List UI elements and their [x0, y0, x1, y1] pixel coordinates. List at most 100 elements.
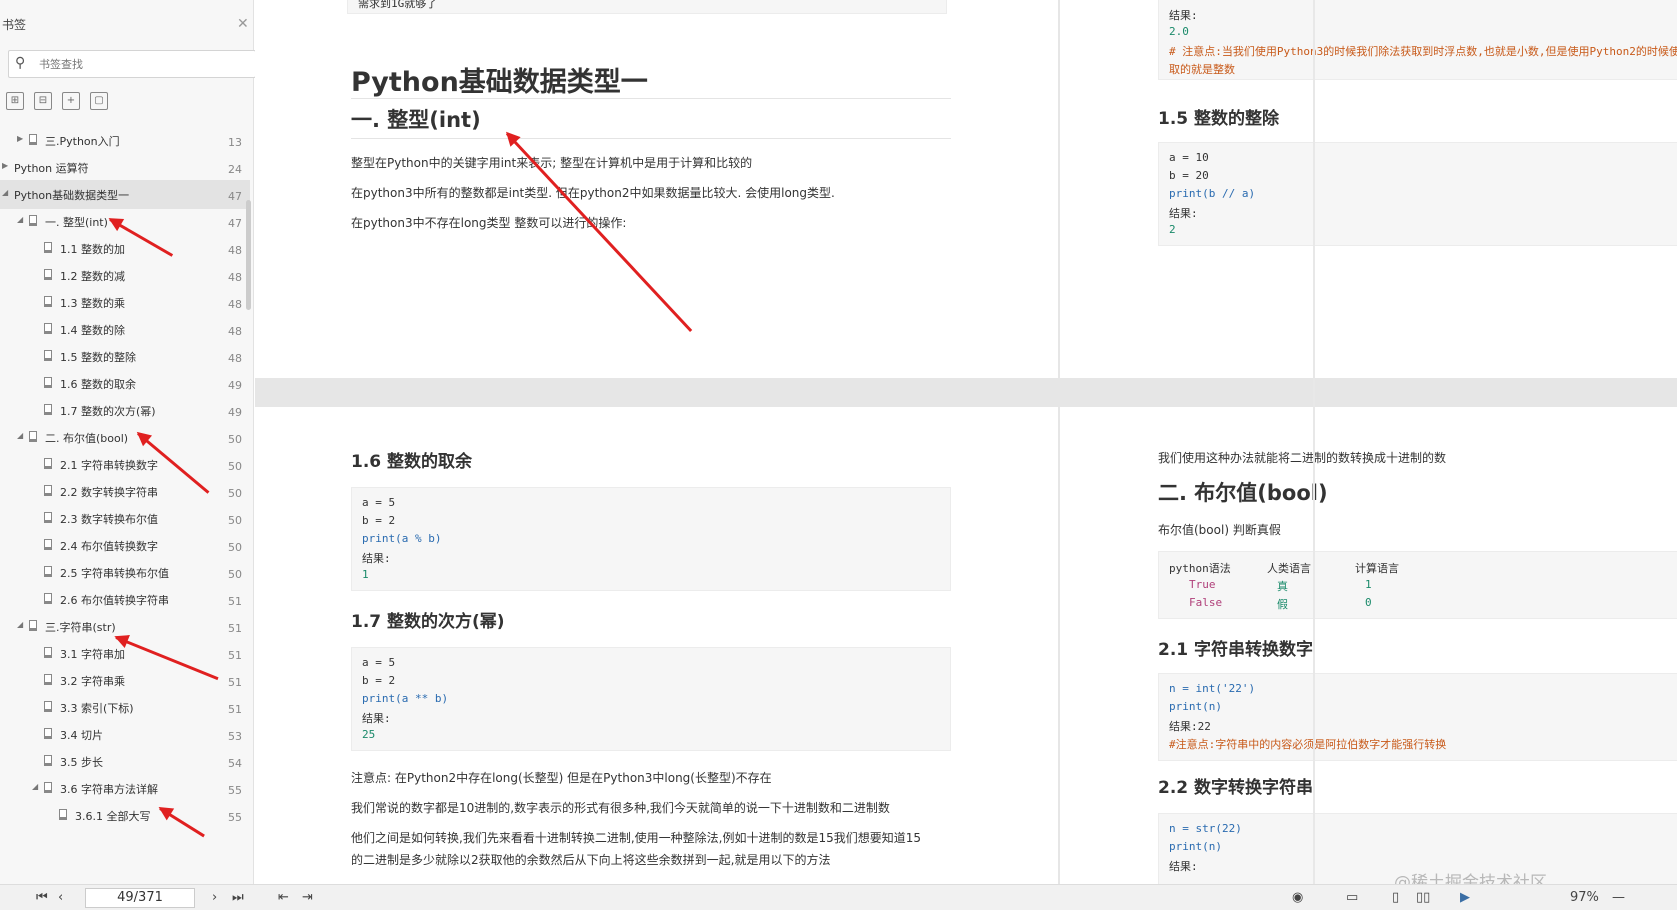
- sidebar-scrollbar[interactable]: [246, 200, 251, 310]
- first-page-icon[interactable]: ⏮: [36, 890, 48, 905]
- code-line: print(a % b): [362, 532, 442, 545]
- table-cell: True: [1189, 578, 1216, 591]
- bookmark-page-number: 50: [228, 433, 242, 446]
- bookmark-item[interactable]: 1.1 整数的加 48: [0, 234, 250, 263]
- eye-icon[interactable]: ◉: [1292, 890, 1303, 905]
- collapse-all-icon[interactable]: ⊟: [34, 92, 52, 110]
- bookmark-search[interactable]: ⚲: [8, 50, 256, 78]
- close-icon[interactable]: ✕: [237, 16, 249, 32]
- bookmark-page-number: 48: [228, 325, 242, 338]
- bookmark-item[interactable]: ◢ 一. 整型(int) 47: [0, 207, 250, 236]
- bookmark-icon: [44, 350, 52, 361]
- bookmark-item[interactable]: 3.5 步长 54: [0, 747, 250, 776]
- expand-all-icon[interactable]: ⊞: [6, 92, 24, 110]
- bookmark-item[interactable]: 3.4 切片 53: [0, 720, 250, 749]
- bookmark-icon: [29, 431, 37, 442]
- code-line: 结果:: [1169, 9, 1198, 22]
- back-icon[interactable]: ⇤: [278, 890, 289, 905]
- bookmark-item[interactable]: 2.5 字符串转换布尔值 50: [0, 558, 250, 587]
- code-block: a = 5 b = 2 print(a % b) 结果: 1: [351, 487, 951, 591]
- page-bottom-left: 1.6 整数的取余 a = 5 b = 2 print(a % b) 结果: 1…: [255, 407, 1058, 884]
- code-line: n = int('22'): [1169, 682, 1256, 695]
- bookmark-item[interactable]: 1.4 整数的除 48: [0, 315, 250, 344]
- bookmark-label: 一. 整型(int): [45, 216, 108, 229]
- bookmark-icon: [44, 539, 52, 550]
- section-heading: 1.7 整数的次方(幂): [351, 612, 505, 632]
- bookmark-item[interactable]: 3.3 索引(下标) 51: [0, 693, 250, 722]
- bookmark-label: 2.3 数字转换布尔值: [60, 513, 158, 526]
- bookmark-item[interactable]: 1.5 整数的整除 48: [0, 342, 250, 371]
- expand-toggle-icon[interactable]: ▶: [2, 161, 8, 170]
- bookmark-item[interactable]: ◢ 3.6 字符串方法详解 55: [0, 774, 250, 803]
- bookmark-label: 2.5 字符串转换布尔值: [60, 567, 169, 580]
- bookmark-page-number: 48: [228, 271, 242, 284]
- page-number-input[interactable]: 49/371: [85, 888, 195, 908]
- add-bookmark-icon[interactable]: +: [62, 92, 80, 110]
- bookmark-page-number: 47: [228, 190, 242, 203]
- bookmark-icon: [44, 755, 52, 766]
- bookmark-label: Python 运算符: [14, 162, 89, 175]
- bookmark-item[interactable]: 2.2 数字转换字符串 50: [0, 477, 250, 506]
- expand-toggle-icon[interactable]: ▶: [17, 134, 23, 143]
- bookmark-item[interactable]: 3.2 字符串乘 51: [0, 666, 250, 695]
- bookmark-page-number: 51: [228, 622, 242, 635]
- expand-toggle-icon[interactable]: ◢: [32, 782, 38, 791]
- bookmark-icon: [44, 269, 52, 280]
- next-page-icon[interactable]: ›: [212, 890, 217, 905]
- paragraph: 我们常说的数字都是10进制的,数字表示的形式有很多种,我们今天就简单的说一下十进…: [351, 801, 890, 815]
- bookmark-item[interactable]: ▶ 三.Python入门 13: [0, 126, 250, 155]
- bookmark-page-number: 50: [228, 568, 242, 581]
- bookmark-item[interactable]: 2.1 字符串转换数字 50: [0, 450, 250, 479]
- paragraph: 他们之间是如何转换,我们先来看看十进制转换二进制,使用一种整除法,例如十进制的数…: [351, 831, 921, 845]
- bookmark-item[interactable]: 1.2 整数的减 48: [0, 261, 250, 290]
- bookmark-item[interactable]: 2.3 数字转换布尔值 50: [0, 504, 250, 533]
- expand-toggle-icon[interactable]: ◢: [17, 431, 23, 440]
- bookmark-page-number: 48: [228, 352, 242, 365]
- expand-toggle-icon[interactable]: ◢: [17, 620, 23, 629]
- bookmark-icon: [29, 215, 37, 226]
- zoom-level[interactable]: 97%: [1570, 890, 1599, 905]
- table-cell: 人类语言: [1267, 562, 1311, 575]
- bookmark-label: 2.6 布尔值转换字符串: [60, 594, 169, 607]
- bookmark-item[interactable]: 1.3 整数的乘 48: [0, 288, 250, 317]
- play-icon[interactable]: ▶: [1460, 890, 1470, 905]
- bookmark-item[interactable]: 3.6.1 全部大写 55: [0, 801, 250, 830]
- bookmark-item[interactable]: 1.7 整数的次方(幂) 49: [0, 396, 250, 425]
- page-top-right: 结果: 2.0 # 注意点:当我们使用Python3的时候我们除法获取到时浮点数…: [1060, 0, 1677, 378]
- bookmark-item[interactable]: 1.6 整数的取余 49: [0, 369, 250, 398]
- bookmark-icon[interactable]: ▢: [90, 92, 108, 110]
- bookmark-item[interactable]: 2.4 布尔值转换数字 50: [0, 531, 250, 560]
- code-line: b = 20: [1169, 169, 1209, 182]
- zoom-out-icon[interactable]: —: [1612, 890, 1625, 905]
- expand-toggle-icon[interactable]: ◢: [2, 188, 8, 197]
- single-page-icon[interactable]: ▭: [1346, 890, 1358, 905]
- forward-icon[interactable]: ⇥: [302, 890, 313, 905]
- bookmark-label: 1.3 整数的乘: [60, 297, 125, 310]
- bookmark-item[interactable]: 2.6 布尔值转换字符串 51: [0, 585, 250, 614]
- bookmark-icon: [44, 701, 52, 712]
- last-page-icon[interactable]: ⏭: [232, 890, 244, 905]
- bookmark-toolbar: ⊞ ⊟ + ▢: [6, 92, 108, 112]
- section-heading: 1.5 整数的整除: [1158, 109, 1280, 129]
- bookmark-label: 2.2 数字转换字符串: [60, 486, 158, 499]
- search-icon: ⚲: [15, 55, 26, 71]
- bookmark-page-number: 51: [228, 676, 242, 689]
- bookmark-item[interactable]: ◢ Python基础数据类型一 47: [0, 180, 250, 209]
- two-page-icon[interactable]: ▯▯: [1416, 890, 1430, 905]
- prev-page-icon[interactable]: ‹: [58, 890, 63, 905]
- bookmark-label: 1.2 整数的减: [60, 270, 125, 283]
- expand-toggle-icon[interactable]: ◢: [17, 215, 23, 224]
- bookmark-item[interactable]: ▶ Python 运算符 24: [0, 153, 250, 182]
- code-line: 25: [362, 728, 376, 741]
- table-cell: 假: [1277, 598, 1288, 611]
- bookmark-page-number: 51: [228, 649, 242, 662]
- section-heading: 2.1 字符串转换数字: [1158, 640, 1314, 660]
- bookmark-label: 三.字符串(str): [45, 621, 116, 634]
- bookmark-icon: [44, 512, 52, 523]
- bookmark-search-input[interactable]: [39, 54, 239, 74]
- page-title: Python基础数据类型一: [351, 67, 648, 98]
- continuous-icon[interactable]: ▯: [1392, 890, 1399, 905]
- bookmark-item[interactable]: ◢ 二. 布尔值(bool) 50: [0, 423, 250, 452]
- bookmark-label: 1.4 整数的除: [60, 324, 125, 337]
- bookmark-page-number: 51: [228, 703, 242, 716]
